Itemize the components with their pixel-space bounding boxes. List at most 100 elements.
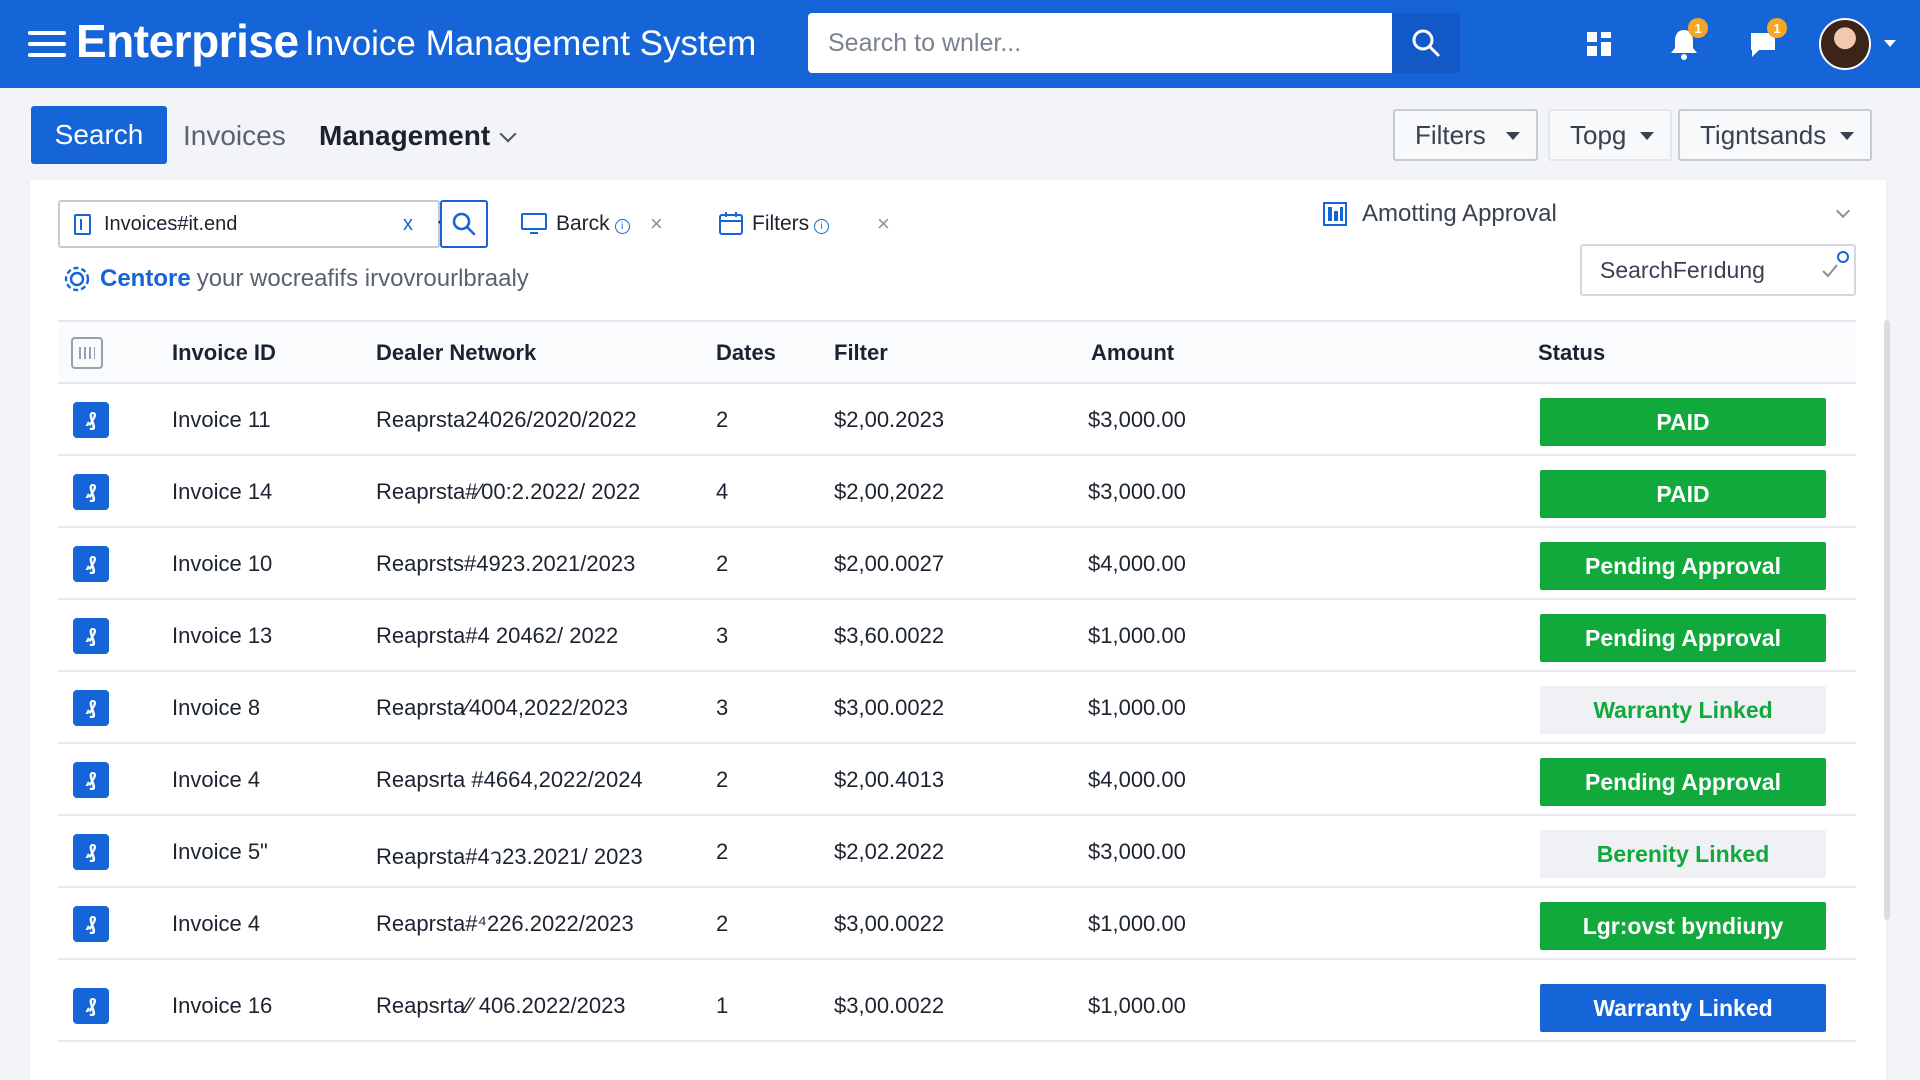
- global-search-input[interactable]: Search to wnler...: [808, 13, 1392, 73]
- filters-dropdown[interactable]: Filters: [1393, 109, 1538, 161]
- table-row[interactable]: ₰ Invoice 4 Reaprsta#⁴226.2022/2023 2 $3…: [58, 888, 1856, 960]
- clear-icon[interactable]: x: [403, 213, 413, 236]
- app-title: Invoice Management System: [305, 24, 757, 63]
- cell-dealer-network: Reaprsta24026/2020/2022: [376, 407, 637, 432]
- table-row[interactable]: ₰ Invoice 8 Reaprsta⁄4004,2022/2023 3 $3…: [58, 672, 1856, 744]
- barck-chip-label: Barck: [556, 212, 610, 235]
- table-scrollbar[interactable]: [1884, 320, 1890, 920]
- filter-search-button[interactable]: [440, 200, 488, 248]
- tigntsands-dropdown[interactable]: Tigntsands: [1678, 109, 1872, 161]
- status-badge[interactable]: Pending Approval: [1540, 758, 1826, 806]
- notifications-button[interactable]: 1: [1662, 18, 1708, 66]
- caret-down-icon: [1506, 132, 1520, 140]
- invoice-type-icon: ₰: [73, 988, 109, 1024]
- invoice-type-icon: ₰: [73, 690, 109, 726]
- menu-icon[interactable]: [28, 31, 66, 57]
- barck-chip[interactable]: Barck i ×: [520, 208, 663, 240]
- chevron-down-icon[interactable]: [499, 125, 517, 143]
- cell-filter: $3,00.0022: [834, 695, 945, 720]
- cell-dates: 1: [716, 993, 729, 1018]
- cell-filter: $2,00.0027: [834, 551, 945, 576]
- tab-management[interactable]: Management: [319, 120, 490, 152]
- header-invoice-id[interactable]: Invoice ID: [172, 340, 276, 366]
- status-badge[interactable]: PAID: [1540, 470, 1826, 518]
- cell-invoice-id[interactable]: Invoice 10: [172, 551, 272, 577]
- header-status[interactable]: Status: [1538, 340, 1605, 366]
- status-badge[interactable]: Pending Approval: [1540, 614, 1826, 662]
- top-bar: Enterprise Invoice Management System Sea…: [0, 0, 1920, 88]
- customize-hint-text: your wocreafifs irvovrourlbraaly: [196, 265, 529, 292]
- messages-button[interactable]: 1: [1741, 18, 1787, 66]
- apps-grid-button[interactable]: [1577, 22, 1621, 66]
- cell-filter: $2,02.2022: [834, 839, 945, 864]
- header-amount[interactable]: Amount: [1091, 340, 1174, 366]
- invoice-type-icon: ₰: [73, 402, 109, 438]
- cell-invoice-id[interactable]: Invoice 11: [172, 407, 271, 433]
- pending-search-select[interactable]: SearchFerıdung: [1580, 244, 1856, 296]
- invoice-type-icon: ₰: [73, 906, 109, 942]
- chevron-down-icon[interactable]: [1835, 203, 1851, 219]
- grid-icon: [1587, 32, 1611, 56]
- info-icon: i: [814, 218, 830, 234]
- status-badge[interactable]: Warranty Linked: [1540, 686, 1826, 734]
- close-icon[interactable]: ×: [877, 211, 890, 237]
- approval-dropdown[interactable]: Amotting Approval: [1322, 200, 1557, 228]
- table-row[interactable]: ₰ Invoice 16 Reapsrta⁄⁄ 406.2022/2023 1 …: [58, 970, 1856, 1042]
- cell-invoice-id[interactable]: Invoice 14: [172, 479, 272, 505]
- cell-amount: $4,000.00: [1088, 767, 1186, 792]
- monitor-icon: [521, 213, 547, 234]
- header-dealer-network[interactable]: Dealer Network: [376, 340, 536, 366]
- tab-search[interactable]: Search: [31, 106, 167, 164]
- cell-filter: $2,00.4013: [834, 767, 945, 792]
- status-badge[interactable]: Warranty Linked: [1540, 984, 1826, 1032]
- cell-dates: 2: [716, 767, 729, 792]
- header-filter[interactable]: Filter: [834, 340, 888, 366]
- status-badge[interactable]: Berenity Linked: [1540, 830, 1826, 878]
- tigntsands-dropdown-label: Tigntsands: [1700, 119, 1827, 150]
- topg-dropdown-label: Topg: [1570, 119, 1627, 150]
- status-badge[interactable]: Pending Approval: [1540, 542, 1826, 590]
- cell-invoice-id[interactable]: Invoice 16: [172, 993, 272, 1019]
- table-body: ₰ Invoice 11 Reaprsta24026/2020/2022 2 $…: [58, 384, 1856, 1042]
- close-icon[interactable]: ×: [650, 211, 663, 237]
- table-row[interactable]: ₰ Invoice 14 Reaprsta#⁄00:2.2022/ 2022 4…: [58, 456, 1856, 528]
- table-row[interactable]: ₰ Invoice 11 Reaprsta24026/2020/2022 2 $…: [58, 384, 1856, 456]
- header-dates[interactable]: Dates: [716, 340, 776, 366]
- cell-filter: $3,00.0022: [834, 993, 945, 1018]
- refresh-icon: [1837, 251, 1849, 263]
- cell-invoice-id[interactable]: Invoice 13: [172, 623, 272, 649]
- cell-dates: 2: [716, 911, 729, 936]
- caret-down-icon: [1640, 132, 1654, 140]
- select-all-calendar-icon[interactable]: [71, 337, 103, 369]
- dashboard-icon: [1323, 202, 1347, 226]
- filters-chip[interactable]: Filters i ×: [718, 208, 890, 240]
- cell-dates: 2: [716, 407, 729, 432]
- status-badge[interactable]: PAID: [1540, 398, 1826, 446]
- invoice-type-icon: ₰: [73, 618, 109, 654]
- invoice-filter-input[interactable]: Invoices#it.end x: [58, 200, 458, 248]
- table-row[interactable]: ₰ Invoice 4 Reapsrta #4664,2022/2024 2 $…: [58, 744, 1856, 816]
- topg-dropdown[interactable]: Topg: [1548, 109, 1672, 161]
- table-row[interactable]: ₰ Invoice 13 Reaprsta#4 20462/ 2022 3 $3…: [58, 600, 1856, 672]
- cell-dealer-network: Reaprsta#⁴226.2022/2023: [376, 911, 634, 936]
- invoice-card: Invoices#it.end x Barck i × Filters i × …: [30, 180, 1890, 1080]
- chevron-down-icon[interactable]: [1884, 40, 1896, 47]
- cell-invoice-id[interactable]: Invoice 4: [172, 911, 260, 937]
- customize-link[interactable]: Centore: [100, 265, 191, 293]
- messages-badge: 1: [1767, 18, 1787, 38]
- tab-invoices[interactable]: Invoices: [183, 120, 286, 152]
- invoice-type-icon: ₰: [73, 762, 109, 798]
- cell-dates: 2: [716, 551, 729, 576]
- status-badge[interactable]: Lgr:ovst byndiuŋy: [1540, 902, 1826, 950]
- user-avatar[interactable]: [1819, 18, 1871, 70]
- caret-down-icon: [1840, 132, 1854, 140]
- cell-invoice-id[interactable]: Invoice 4: [172, 767, 260, 793]
- cell-filter: $2,00.2023: [834, 407, 945, 432]
- cell-invoice-id[interactable]: Invoice 5": [172, 839, 268, 865]
- cell-invoice-id[interactable]: Invoice 8: [172, 695, 260, 721]
- cell-filter: $3,60.0022: [834, 623, 945, 648]
- global-search-button[interactable]: [1392, 13, 1460, 73]
- table-row[interactable]: ₰ Invoice 10 Reaprsts#4923.2021/2023 2 $…: [58, 528, 1856, 600]
- customize-hint: Centore your wocreafifs irvovrourlbraaly: [62, 264, 529, 294]
- table-row[interactable]: ₰ Invoice 5" Reaprsta#4ว23.2021/ 2023 2 …: [58, 816, 1856, 888]
